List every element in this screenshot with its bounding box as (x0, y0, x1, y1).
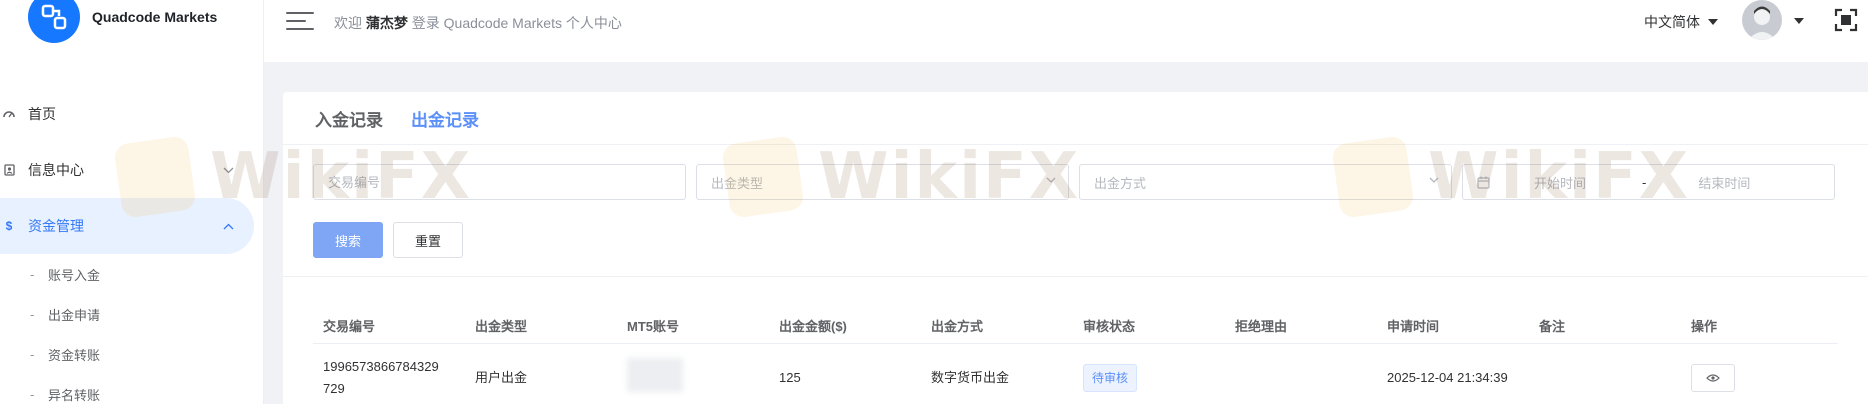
brand[interactable]: Quadcode Markets (28, 0, 217, 48)
reset-button[interactable]: 重置 (393, 222, 463, 258)
eye-icon (1706, 374, 1720, 382)
transaction-no-field[interactable] (313, 164, 686, 200)
sidebar-item-fund-management[interactable]: $ 资金管理 (0, 198, 254, 254)
dashboard-icon (2, 107, 16, 121)
submenu-item-withdraw-request[interactable]: - 出金申请 (0, 294, 264, 334)
column-header: MT5账号 (627, 319, 680, 334)
top-header: 欢迎 蒲杰梦 登录 Quadcode Markets 个人中心 中文简体 (264, 0, 1868, 62)
sidebar-item-label: 首页 (28, 106, 56, 122)
avatar[interactable] (1742, 0, 1782, 40)
withdraw-type-select[interactable]: 出金类型 (696, 164, 1069, 200)
filter-row: 出金类型 出金方式 开始时间 - 结束时间 (313, 164, 1835, 200)
column-header: 出金类型 (475, 319, 528, 334)
sidebar-item-label: 资金管理 (28, 218, 84, 234)
sidebar: Quadcode Markets 首页 信息中心 $ 资金管理 - 账号入金 -… (0, 0, 264, 404)
dollar-icon: $ (5, 219, 13, 233)
submenu-item-fund-transfer[interactable]: - 资金转账 (0, 334, 264, 374)
withdraw-records-table: 交易编号 出金类型 MT5账号 出金金额($) 出金方式 审核状态 拒绝理由 申… (313, 308, 1838, 404)
cell-amount: 125 (779, 370, 801, 385)
tab-withdraw-records[interactable]: 出金记录 (411, 106, 479, 131)
table-header: 交易编号 出金类型 MT5账号 出金金额($) 出金方式 审核状态 拒绝理由 申… (313, 308, 1838, 344)
cell-status: 待审核 (1073, 364, 1225, 392)
column-header: 备注 (1539, 319, 1566, 334)
cell-withdraw-type: 用户出金 (475, 370, 528, 385)
withdraw-method-select[interactable]: 出金方式 (1079, 164, 1452, 200)
brand-name: Quadcode Markets (92, 9, 218, 25)
column-header: 交易编号 (323, 319, 376, 334)
sidebar-item-info-center[interactable]: 信息中心 (0, 142, 264, 198)
submenu-item-label: 账号入金 (48, 267, 101, 283)
cell-actions (1681, 364, 1801, 392)
chevron-up-icon (223, 219, 234, 233)
column-header: 申请时间 (1387, 319, 1440, 334)
transaction-no-input[interactable] (328, 174, 685, 190)
calendar-icon (1477, 176, 1490, 189)
column-header: 出金方式 (931, 319, 984, 334)
sidebar-item-label: 信息中心 (28, 162, 84, 178)
sidebar-item-home[interactable]: 首页 (0, 86, 264, 142)
cell-transaction-no: 1996573866784329729 (323, 359, 439, 396)
language-selector[interactable]: 中文简体 (1644, 12, 1718, 32)
caret-down-icon (1708, 19, 1718, 25)
status-badge: 待审核 (1083, 364, 1138, 392)
search-button[interactable]: 搜索 (313, 222, 383, 258)
record-tabs: 入金记录 出金记录 (315, 106, 479, 131)
view-details-button[interactable] (1691, 364, 1735, 392)
cell-mt5-account (617, 357, 769, 399)
welcome-message: 欢迎 蒲杰梦 登录 Quadcode Markets 个人中心 (334, 15, 622, 31)
column-header: 审核状态 (1083, 319, 1136, 334)
chevron-down-icon (223, 163, 234, 177)
sidebar-menu: 首页 信息中心 $ 资金管理 - 账号入金 - 出金申请 - 资金转账 - 异名… (0, 86, 264, 404)
end-date-input[interactable]: 结束时间 (1698, 173, 1750, 192)
start-date-input[interactable]: 开始时间 (1534, 173, 1586, 192)
submenu-item-third-party-transfer[interactable]: - 异名转账 (0, 374, 264, 404)
username: 蒲杰梦 (365, 15, 408, 31)
chevron-down-icon (1429, 177, 1439, 183)
submenu-item-label: 出金申请 (48, 307, 101, 323)
divider (283, 276, 1868, 277)
chevron-down-icon (1046, 177, 1056, 183)
divider (283, 144, 1868, 145)
date-range-picker[interactable]: 开始时间 - 结束时间 (1462, 164, 1835, 200)
quadcode-logo-icon (28, 0, 80, 43)
column-header: 拒绝理由 (1235, 319, 1288, 334)
hamburger-menu-icon[interactable] (286, 10, 314, 32)
tab-deposit-records[interactable]: 入金记录 (315, 106, 383, 131)
avatar-caret-icon[interactable] (1794, 18, 1804, 24)
fullscreen-icon[interactable] (1834, 8, 1858, 32)
cell-apply-time: 2025-12-04 21:34:39 (1387, 370, 1508, 385)
id-card-icon (2, 163, 16, 177)
main-card: 入金记录 出金记录 出金类型 出金方式 开始时间 - 结束时间 搜索 重置 交易… (283, 92, 1868, 404)
submenu-item-account-deposit[interactable]: - 账号入金 (0, 254, 264, 294)
cell-method: 数字货币出金 (931, 370, 1010, 385)
blurred-account (627, 357, 683, 392)
submenu-item-label: 异名转账 (48, 387, 101, 403)
column-header: 出金金额($) (779, 319, 847, 334)
submenu-item-label: 资金转账 (48, 347, 101, 363)
column-header: 操作 (1691, 319, 1718, 334)
table-row: 1996573866784329729 用户出金 125 数字货币出金 待审核 … (313, 344, 1838, 404)
action-buttons: 搜索 重置 (313, 222, 463, 258)
date-separator: - (1642, 174, 1647, 190)
